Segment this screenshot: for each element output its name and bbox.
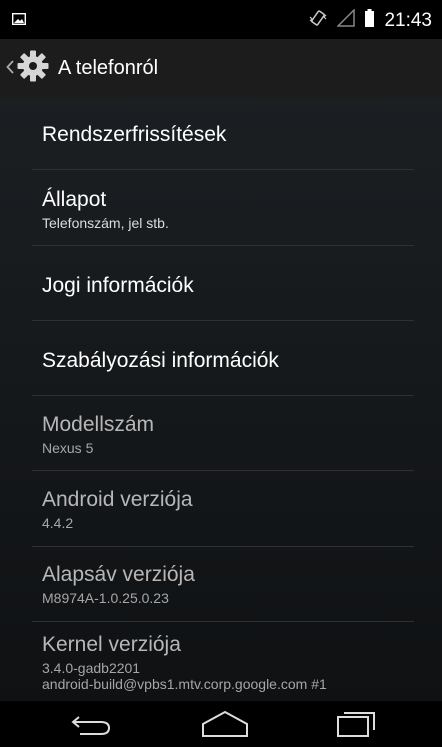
divider bbox=[32, 320, 414, 321]
status-bar: 21:43 bbox=[0, 0, 442, 39]
divider bbox=[32, 169, 414, 170]
back-icon[interactable] bbox=[70, 709, 114, 744]
screenshot-notification-icon bbox=[11, 12, 27, 30]
status-time: 21:43 bbox=[384, 9, 432, 31]
list-item-regulatory-info[interactable]: Szabályozási információk bbox=[42, 349, 414, 373]
page-title: A telefonról bbox=[58, 56, 159, 79]
list-item-baseband-version: Alapsáv verziója M8974A-1.0.25.0.23 bbox=[42, 563, 414, 606]
item-title: Jogi információk bbox=[42, 274, 194, 297]
list-item-kernel-version: Kernel verziója 3.4.0-gadb2201 android-b… bbox=[42, 633, 414, 692]
up-chevron-icon[interactable] bbox=[6, 57, 14, 80]
settings-gear-icon[interactable] bbox=[16, 49, 50, 88]
item-title: Android verziója bbox=[42, 488, 193, 511]
home-icon[interactable] bbox=[200, 709, 250, 744]
navigation-bar bbox=[0, 701, 442, 747]
list-item-status[interactable]: Állapot Telefonszám, jel stb. bbox=[42, 188, 414, 231]
item-title: Kernel verziója bbox=[42, 633, 181, 656]
item-title: Állapot bbox=[42, 188, 107, 211]
list-item-system-updates[interactable]: Rendszerfrissítések bbox=[42, 123, 414, 147]
signal-icon bbox=[336, 8, 356, 32]
item-summary: Nexus 5 bbox=[42, 440, 94, 456]
vibrate-icon bbox=[309, 9, 327, 32]
recent-apps-icon[interactable] bbox=[336, 709, 378, 744]
item-title: Szabályozási információk bbox=[42, 349, 279, 372]
list-item-model-number: Modellszám Nexus 5 bbox=[42, 413, 414, 456]
action-bar: A telefonról bbox=[0, 39, 442, 97]
divider bbox=[32, 621, 414, 622]
item-title: Alapsáv verziója bbox=[42, 563, 195, 586]
battery-icon bbox=[365, 9, 375, 32]
divider bbox=[32, 546, 414, 547]
divider bbox=[32, 245, 414, 246]
item-summary-line-2: android-build@vpbs1.mtv.corp.google.com … bbox=[42, 676, 327, 692]
item-title: Modellszám bbox=[42, 413, 155, 436]
item-title: Rendszerfrissítések bbox=[42, 123, 227, 146]
item-summary: Telefonszám, jel stb. bbox=[42, 215, 169, 231]
divider bbox=[32, 395, 414, 396]
item-summary: 3.4.0-gadb2201 bbox=[42, 660, 141, 676]
list-item-legal-info[interactable]: Jogi információk bbox=[42, 274, 414, 298]
divider bbox=[32, 470, 414, 471]
settings-list: Rendszerfrissítések Állapot Telefonszám,… bbox=[0, 97, 442, 701]
item-summary: 4.4.2 bbox=[42, 515, 74, 531]
item-summary: M8974A-1.0.25.0.23 bbox=[42, 590, 169, 606]
list-item-android-version[interactable]: Android verziója 4.4.2 bbox=[42, 488, 414, 531]
